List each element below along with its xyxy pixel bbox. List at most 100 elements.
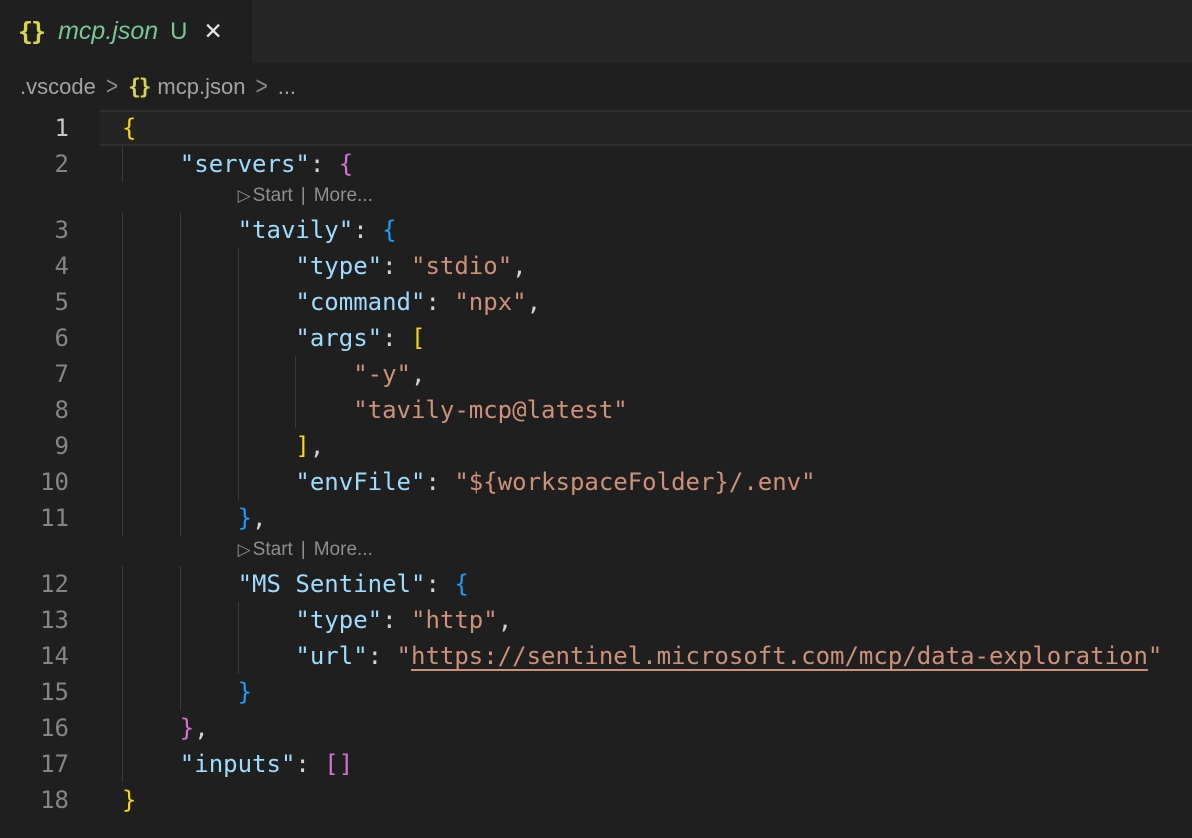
line-number: 8 (54, 396, 69, 424)
codelens-separator: | (300, 185, 306, 206)
code-token: } (179, 714, 195, 742)
code-line: 17 "inputs": [] (0, 746, 1192, 782)
code-line-content[interactable]: } (100, 674, 1192, 710)
line-number: 13 (40, 606, 69, 634)
code-line-content[interactable]: "type": "http", (100, 602, 1192, 638)
code-line-content[interactable]: "tavily": { (100, 212, 1192, 248)
code-token: { (122, 114, 137, 142)
code-line: 8 "tavily-mcp@latest" (0, 392, 1192, 428)
code-token: "http" (411, 606, 498, 634)
codelens-content[interactable]: ▷ Start | More... (100, 536, 1192, 566)
code-line-content[interactable]: "envFile": "${workspaceFolder}/.env" (100, 464, 1192, 500)
codelens-content[interactable]: ▷ Start | More... (100, 182, 1192, 212)
chevron-right-icon: > (105, 71, 119, 101)
code-token: : (425, 468, 455, 496)
line-number: 14 (40, 642, 69, 670)
code-token: , (526, 288, 542, 316)
code-token: "args" (295, 324, 383, 352)
code-token: { (338, 150, 354, 178)
code-token: "inputs" (179, 750, 296, 778)
breadcrumb-folder[interactable]: .vscode (20, 74, 96, 100)
code-token: " (1147, 642, 1163, 670)
code-token: , (410, 360, 426, 388)
code-line-content[interactable]: }, (100, 500, 1192, 536)
code-token: ] (295, 432, 310, 460)
codelens-more-link[interactable]: More... (314, 539, 373, 560)
line-number: 5 (54, 288, 69, 316)
code-token: , (194, 714, 209, 742)
code-token: { (382, 216, 397, 244)
code-token: : (309, 150, 339, 178)
code-token: "tavily-mcp@latest" (353, 396, 628, 424)
code-line-content[interactable]: } (100, 782, 1192, 818)
codelens-start-link[interactable]: Start (253, 185, 293, 206)
line-number (0, 182, 100, 212)
code-line-content[interactable]: "servers": { (100, 146, 1192, 182)
close-icon[interactable]: ✕ (204, 18, 223, 45)
line-number: 10 (40, 468, 69, 496)
code-line-content[interactable]: }, (100, 710, 1192, 746)
code-token: : (353, 216, 383, 244)
code-token: : (425, 288, 455, 316)
line-number: 11 (40, 504, 69, 532)
breadcrumb-symbol-ellipsis[interactable]: ... (278, 74, 296, 100)
line-number: 17 (40, 750, 69, 778)
line-number: 3 (54, 216, 69, 244)
code-token: "tavily" (237, 216, 354, 244)
line-number: 2 (54, 150, 69, 178)
code-token: : (425, 570, 455, 598)
code-line-content[interactable]: "url": "https://sentinel.microsoft.com/m… (100, 638, 1192, 674)
code-line: 10 "envFile": "${workspaceFolder}/.env" (0, 464, 1192, 500)
line-number: 9 (54, 432, 69, 460)
code-line-content[interactable]: "MS Sentinel": { (100, 566, 1192, 602)
code-line-content[interactable]: ], (100, 428, 1192, 464)
code-line-content[interactable]: "-y", (100, 356, 1192, 392)
code-line: 3 "tavily": { (0, 212, 1192, 248)
code-token: "npx" (454, 288, 527, 316)
code-token: } (122, 786, 137, 814)
code-line: 2 "servers": { (0, 146, 1192, 182)
code-token: : (382, 606, 411, 634)
breadcrumb-file[interactable]: mcp.json (157, 74, 245, 100)
line-number: 18 (40, 786, 69, 814)
code-line: 14 "url": "https://sentinel.microsoft.co… (0, 638, 1192, 674)
codelens-more-link[interactable]: More... (314, 185, 373, 206)
codelens-start-link[interactable]: Start (253, 539, 293, 560)
code-line: 1{ (0, 110, 1192, 146)
code-token: : (295, 750, 325, 778)
code-line: 7 "-y", (0, 356, 1192, 392)
code-line: 6 "args": [ (0, 320, 1192, 356)
editor-tab-bar: {} mcp.json U ✕ (0, 0, 1192, 63)
code-token: "url" (295, 642, 368, 670)
line-number: 4 (54, 252, 69, 280)
codelens-row: ▷ Start | More... (0, 182, 1192, 212)
code-line-content[interactable]: "inputs": [] (100, 746, 1192, 782)
code-editor[interactable]: 1{2 "servers": {▷ Start | More... 3 "tavily"… (0, 110, 1192, 818)
code-line-content[interactable]: "command": "npx", (100, 284, 1192, 320)
url-link[interactable]: https://sentinel.microsoft.com/mcp/data-… (411, 642, 1148, 670)
code-token: " (396, 642, 411, 670)
code-line-content[interactable]: "type": "stdio", (100, 248, 1192, 284)
code-token: , (309, 432, 325, 460)
tab-mcp-json[interactable]: {} mcp.json U ✕ (0, 0, 252, 63)
code-token: : (382, 324, 411, 352)
code-token: "MS Sentinel" (237, 570, 426, 598)
code-line-content[interactable]: "args": [ (100, 320, 1192, 356)
code-line-content[interactable]: "tavily-mcp@latest" (100, 392, 1192, 428)
code-line-content[interactable]: { (100, 110, 1192, 146)
code-line: 12 "MS Sentinel": { (0, 566, 1192, 602)
code-line: 13 "type": "http", (0, 602, 1192, 638)
line-number: 1 (54, 114, 69, 142)
